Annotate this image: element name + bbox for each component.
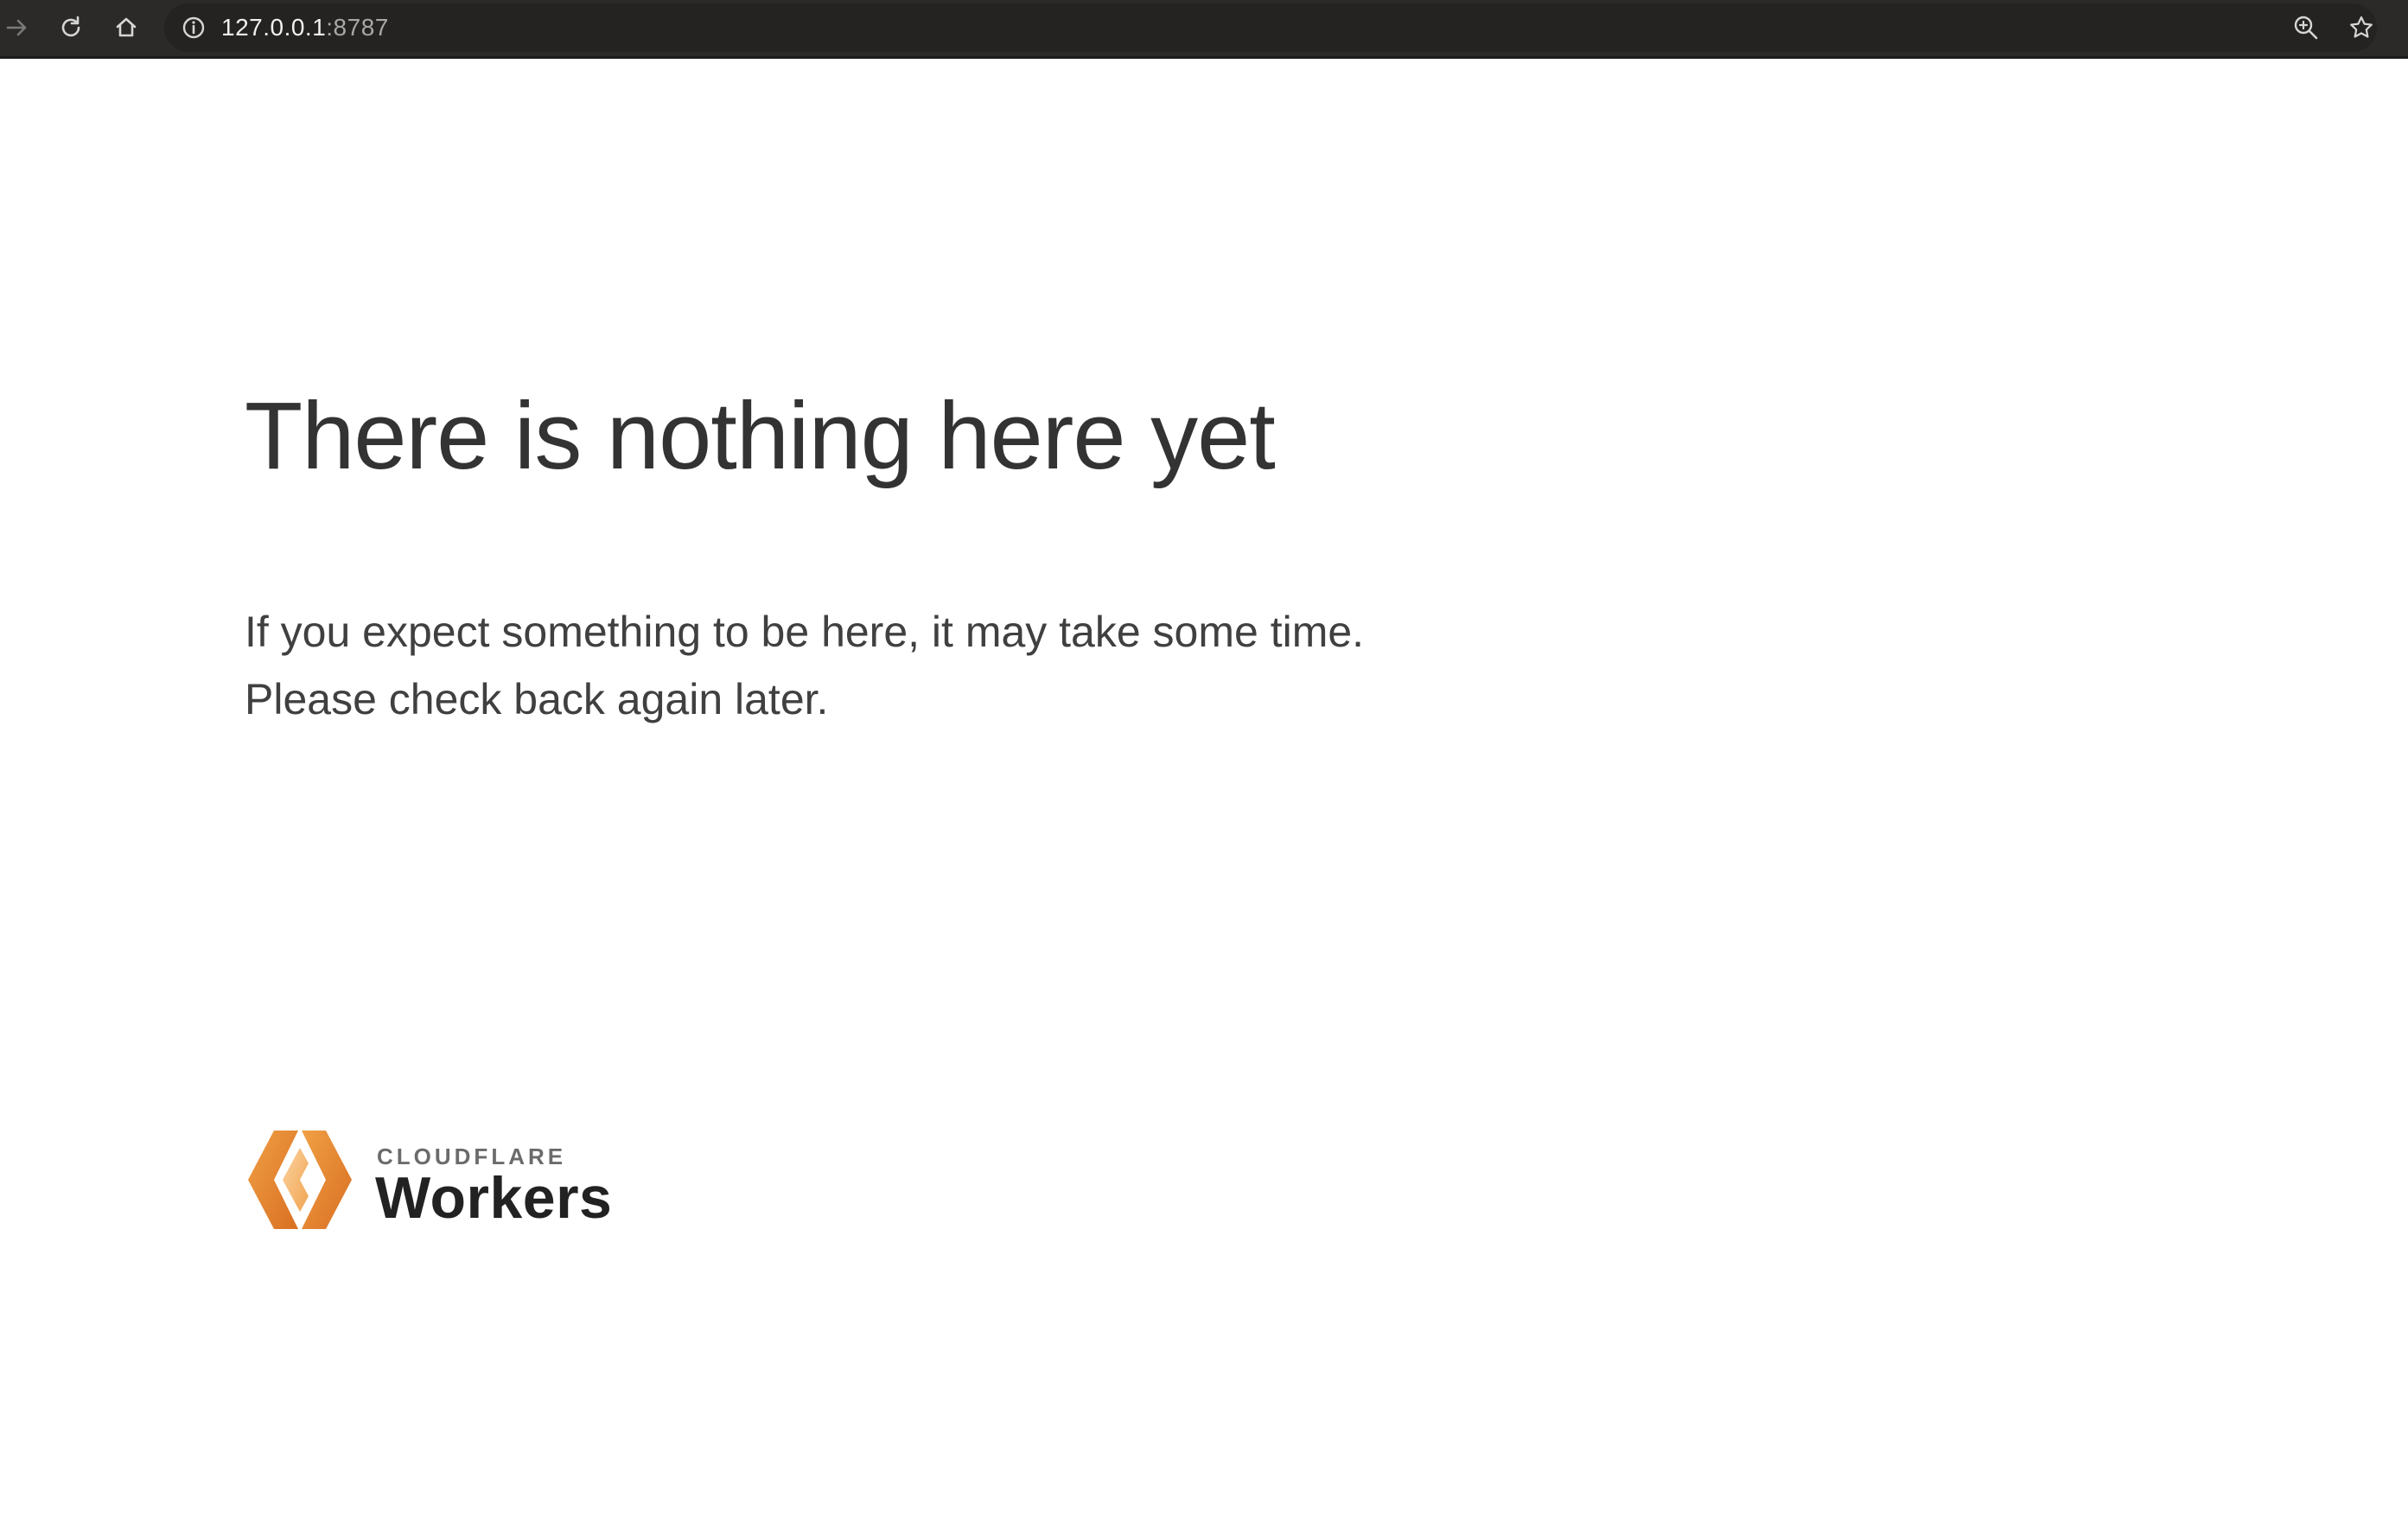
message-line-1: If you expect something to be here, it m… — [245, 608, 1365, 656]
logo-product-text: Workers — [375, 1165, 613, 1231]
message-line-2: Please check back again later. — [245, 675, 829, 723]
reload-icon[interactable] — [57, 14, 85, 41]
page-message: If you expect something to be here, it m… — [245, 598, 1364, 733]
main-content: There is nothing here yet If you expect … — [245, 363, 2233, 723]
bookmark-star-icon[interactable] — [2347, 14, 2375, 41]
home-icon[interactable] — [112, 14, 140, 41]
forward-icon[interactable] — [3, 14, 31, 41]
page-headline: There is nothing here yet — [245, 383, 1276, 489]
url-port: :8787 — [326, 14, 389, 41]
workers-logo-icon — [245, 1129, 355, 1231]
cloudflare-workers-logo: CLOUDFLARE Workers — [245, 1129, 642, 1234]
info-icon[interactable] — [180, 14, 207, 41]
url-text[interactable]: 127.0.0.1:8787 — [221, 13, 389, 42]
browser-toolbar: 127.0.0.1:8787 — [0, 0, 2408, 59]
url-host: 127.0.0.1 — [221, 14, 327, 41]
zoom-icon[interactable] — [2292, 14, 2320, 41]
address-bar[interactable]: 127.0.0.1:8787 — [164, 3, 2377, 52]
